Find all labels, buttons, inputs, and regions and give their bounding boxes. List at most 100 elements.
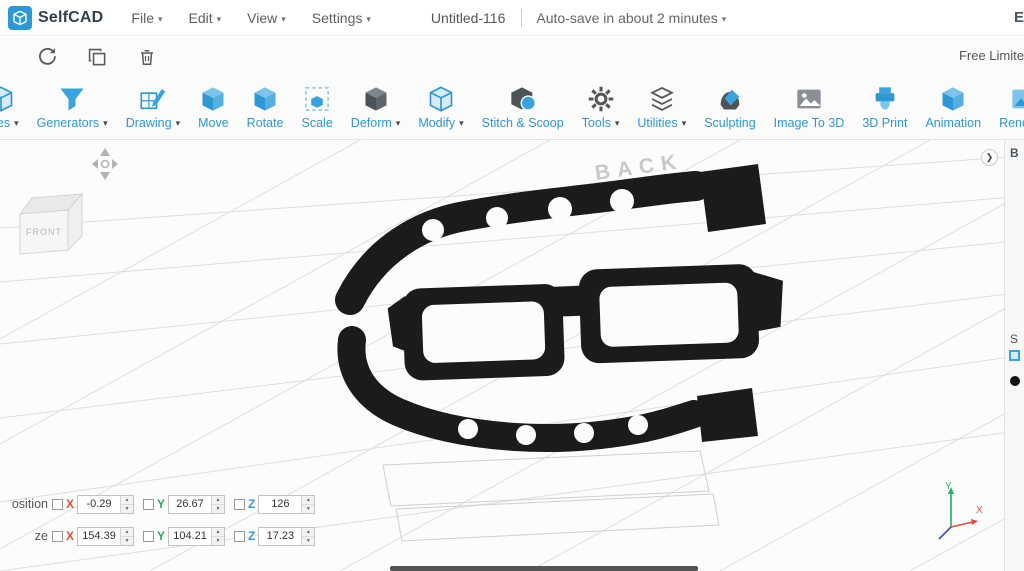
right-panel-collapsed: B S [1004, 140, 1024, 571]
gizmo-y-label: Y [945, 481, 952, 492]
redo-icon [39, 47, 56, 65]
tool-tools[interactable]: Tools [573, 85, 629, 130]
bottom-scrollbar[interactable] [390, 566, 698, 571]
stepper-up-icon[interactable] [121, 495, 134, 505]
grid-plane-outline [382, 450, 720, 542]
logo-text: SelfCAD [38, 8, 104, 26]
tool-sculpting[interactable]: Sculpting [695, 85, 764, 130]
position-y-stepper [211, 495, 225, 513]
selfcad-app: SelfCAD File Edit View Settings Untitled… [0, 0, 1024, 571]
right-panel-toggle[interactable] [981, 149, 998, 166]
tool-drawing[interactable]: Drawing [117, 85, 189, 130]
position-row: osition X -0.29 Y 26.67 [0, 494, 324, 514]
autosave-status[interactable]: Auto-save in about 2 minutes [536, 10, 726, 26]
move-icon [199, 85, 227, 113]
menubar-divider [521, 8, 523, 27]
menu-settings[interactable]: Settings [312, 10, 371, 26]
size-x-checkbox[interactable] [52, 530, 63, 542]
tool-utilities[interactable]: Utilities [628, 85, 695, 130]
size-y-stepper [211, 527, 225, 545]
rotate-icon [251, 85, 279, 113]
temple-end-block-top[interactable] [700, 164, 766, 232]
shapes-icon [0, 85, 15, 113]
copy-button[interactable] [80, 43, 114, 71]
size-y-checkbox[interactable] [143, 530, 155, 542]
position-y-checkbox[interactable] [143, 498, 155, 510]
view-cube-face-label: FRONT [26, 227, 62, 237]
quickbar: Free Limite [0, 37, 1024, 77]
orbit-left-icon [92, 159, 98, 169]
axis-gizmo: Y X [938, 481, 983, 540]
plan-label: Free Limite [958, 48, 1024, 63]
tool-rotate[interactable]: Rotate [238, 85, 293, 130]
stepper-down-icon[interactable] [212, 536, 225, 545]
stepper-up-icon[interactable] [121, 527, 134, 537]
axis-z-label: Z [248, 529, 256, 543]
scale-icon [303, 85, 331, 113]
project-filename[interactable]: Untitled-116 [431, 10, 505, 26]
menubar: SelfCAD File Edit View Settings Untitled… [0, 0, 1024, 36]
tool-animation[interactable]: Animation [916, 85, 990, 130]
menu-file[interactable]: File [131, 10, 162, 26]
menu-edit[interactable]: Edit [189, 10, 222, 26]
redo-button[interactable] [30, 43, 64, 71]
delete-button[interactable] [130, 43, 164, 71]
stepper-down-icon[interactable] [302, 536, 315, 545]
stitch-scoop-icon [509, 85, 537, 113]
stepper-up-icon[interactable] [212, 495, 225, 505]
tool-3d-print[interactable]: 3D Print [853, 85, 916, 130]
axis-z-arrow-icon [938, 526, 952, 540]
position-x-input[interactable]: -0.29 [77, 494, 135, 514]
stepper-up-icon[interactable] [302, 495, 315, 505]
selfcad-logo[interactable]: SelfCAD [8, 5, 104, 30]
stepper-down-icon[interactable] [121, 504, 134, 513]
3d-print-icon [871, 85, 899, 113]
tool-modify[interactable]: Modify [409, 85, 472, 130]
right-panel-mid-fragment: S [1010, 332, 1019, 346]
size-z-checkbox[interactable] [234, 530, 246, 542]
stepper-down-icon[interactable] [212, 504, 225, 513]
orbit-control[interactable] [86, 146, 124, 186]
view-cube[interactable]: FRONT [8, 184, 98, 264]
tools-icon [587, 85, 615, 113]
right-panel-top-fragment: B [1010, 146, 1019, 160]
stepper-down-icon[interactable] [121, 536, 134, 545]
stepper-up-icon[interactable] [302, 527, 315, 537]
position-z-input[interactable]: 126 [258, 494, 316, 514]
trash-icon [141, 49, 153, 65]
position-y-input[interactable]: 26.67 [168, 494, 226, 514]
size-z-input[interactable]: 17.23 [258, 526, 316, 546]
tool-shapes[interactable]: apes [0, 85, 28, 130]
gizmo-x-label: X [976, 505, 983, 516]
tool-stitch-scoop[interactable]: Stitch & Scoop [473, 85, 573, 130]
3d-viewport[interactable]: BACK FRONT ❯ B S osition X -0.29 ▲ ▼ Y 2… [0, 140, 1024, 571]
animation-icon [939, 85, 967, 113]
stepper-down-icon[interactable] [302, 504, 315, 513]
tool-image-to-3d[interactable]: Image To 3D [765, 85, 854, 130]
position-z-checkbox[interactable] [234, 498, 246, 510]
tool-generators[interactable]: Generators [28, 85, 117, 130]
scene-item-color-swatch[interactable] [1010, 376, 1020, 386]
menu-view[interactable]: View [247, 10, 286, 26]
orbit-right-icon [112, 159, 118, 169]
glasses-front-frame[interactable] [387, 263, 786, 382]
main-toolbar: apes Generators Drawing Move Rotate Scal… [0, 77, 1024, 140]
scene-item-cube-icon[interactable] [1009, 350, 1020, 361]
axis-y-label: Y [157, 497, 166, 511]
position-x-checkbox[interactable] [52, 498, 63, 510]
axis-x-label: X [66, 497, 75, 511]
position-x-stepper [120, 495, 134, 513]
stepper-up-icon[interactable] [212, 527, 225, 537]
transform-panel: osition X -0.29 Y 26.67 [0, 494, 324, 558]
size-x-input[interactable]: 154.39 [77, 526, 135, 546]
selfcad-logo-icon [8, 5, 32, 30]
tool-render[interactable]: Render [990, 85, 1024, 130]
model-glasses[interactable] [335, 164, 786, 452]
size-label: ze [34, 529, 48, 543]
temple-end-block-bottom[interactable] [697, 388, 758, 442]
tool-scale[interactable]: Scale [293, 85, 342, 130]
lens-opening-left [421, 301, 546, 363]
tool-deform[interactable]: Deform [342, 85, 410, 130]
size-y-input[interactable]: 104.21 [168, 526, 226, 546]
tool-move[interactable]: Move [189, 85, 238, 130]
